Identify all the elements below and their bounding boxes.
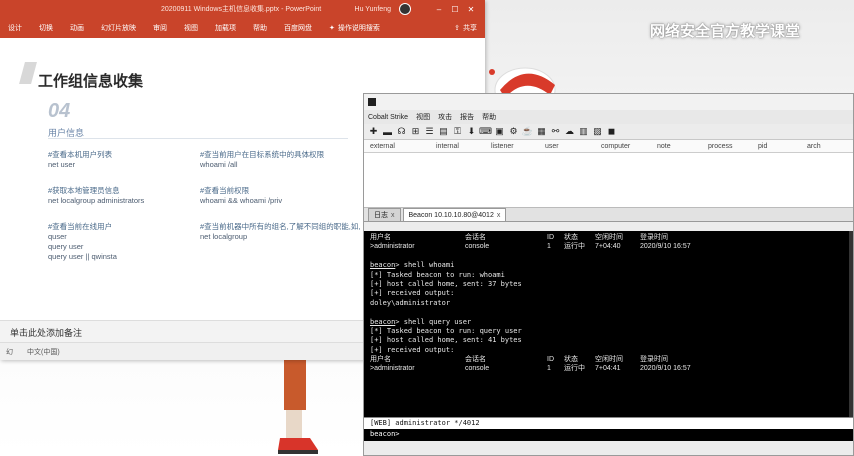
screenshots-icon[interactable]: ▣ xyxy=(494,126,505,137)
cmd-block-online-users: #查看当前在线用户 quser query user query user ||… xyxy=(48,222,117,261)
beacon-status-line: [WEB] administrator */4012 xyxy=(364,417,853,429)
cs-menubar: Cobalt Strike 视图 攻击 报告 帮助 xyxy=(364,110,853,124)
menu-reporting[interactable]: 报告 xyxy=(460,112,474,122)
keystrokes-icon[interactable]: ⌨ xyxy=(479,126,492,137)
lightbulb-icon: ✦ xyxy=(329,25,335,32)
console-output-line: [+] host called home, sent: 37 bytes xyxy=(370,279,522,288)
targets-icon[interactable]: ▤ xyxy=(438,126,449,137)
menu-attacks[interactable]: 攻击 xyxy=(438,112,452,122)
beacon-command-input[interactable]: beacon> xyxy=(364,429,853,441)
disconnect-icon[interactable]: ▬ xyxy=(382,126,393,137)
tab-addins[interactable]: 加载项 xyxy=(215,23,236,33)
cmd-block-localgroup: #查当前机器中所有的组名,了解不同组的职能,如, net localgroup xyxy=(200,222,361,241)
query-table-header: 用户名 会话名 ID 状态 空闲时间 登录时间 xyxy=(370,234,668,241)
graph-view-icon[interactable]: ⊞ xyxy=(410,126,421,137)
tab-baidu-netdisk[interactable]: 百度网盘 xyxy=(284,23,312,33)
col-external[interactable]: external xyxy=(364,143,430,150)
maximize-icon[interactable]: ☐ xyxy=(447,5,463,14)
credentials-icon[interactable]: ⚿ xyxy=(452,126,463,137)
tab-beacon[interactable]: Beacon 10.10.10.80@4012 x xyxy=(402,208,507,221)
slide-indicator: 幻 xyxy=(6,348,13,356)
cs-tab-bar: 日志 x Beacon 10.10.10.80@4012 x xyxy=(364,208,853,222)
script-icon[interactable]: ▦ xyxy=(536,126,547,137)
listeners-icon[interactable]: ☊ xyxy=(396,126,407,137)
notes-icon[interactable]: ☁ xyxy=(564,126,575,137)
close-icon[interactable]: x xyxy=(391,212,395,219)
col-arch[interactable]: arch xyxy=(801,143,847,150)
menu-cobalt-strike[interactable]: Cobalt Strike xyxy=(368,114,408,121)
query-table-row: >administrator console 1 运行中 7+04:41 2020/9/1… xyxy=(370,365,691,373)
web-drive-by-icon[interactable]: ☕ xyxy=(522,126,533,137)
tab-transitions[interactable]: 切换 xyxy=(39,23,53,33)
console-output-line: [*] Tasked beacon to run: query user xyxy=(370,326,522,335)
share-button[interactable]: ⇪ 共享 xyxy=(454,23,477,33)
ppt-ribbon-tabs: 设计 切换 动画 幻灯片放映 审阅 视图 加载项 帮助 百度网盘 ✦ 操作说明搜… xyxy=(0,18,485,38)
cmd-block-whoami-priv: #查看当前权限 whoami && whoami /priv xyxy=(200,186,283,205)
payload-icon[interactable]: ⚙ xyxy=(508,126,519,137)
col-process[interactable]: process xyxy=(702,143,752,150)
col-pid[interactable]: pid xyxy=(752,143,801,150)
section-number: 04 xyxy=(48,100,71,122)
console-command: beacon> shell whoami xyxy=(370,261,455,270)
watermark-text: 网络安全官方教学课堂 xyxy=(650,23,801,40)
console-command: beacon> shell query user xyxy=(370,317,472,326)
cs-toolbar: ✚ ▬ ☊ ⊞ ☰ ▤ ⚿ ⬇ ⌨ ▣ ⚙ ☕ ▦ ⚯ ☁ ▥ ▨ ◼ xyxy=(364,124,853,140)
tab-slideshow[interactable]: 幻灯片放映 xyxy=(101,23,136,33)
console-output-line: doley\administrator xyxy=(370,298,451,307)
slide-title: 工作组信息收集 xyxy=(38,73,144,90)
col-listener[interactable]: listener xyxy=(485,143,539,150)
close-icon[interactable]: ✕ xyxy=(463,5,479,14)
menu-help[interactable]: 帮助 xyxy=(482,112,496,122)
divider xyxy=(48,138,348,139)
close-icon[interactable]: x xyxy=(497,212,501,219)
col-computer[interactable]: computer xyxy=(595,143,651,150)
tab-design[interactable]: 设计 xyxy=(8,23,22,33)
minimize-icon[interactable]: – xyxy=(431,5,447,14)
sessions-table-header: external internal listener user computer… xyxy=(364,140,853,153)
ppt-titlebar: 20200911 Windows主机信息收集.pptx - PowerPoint… xyxy=(0,0,485,18)
app-icon xyxy=(368,98,376,106)
new-connection-icon[interactable]: ✚ xyxy=(368,126,379,137)
query-table-header: 用户名 会话名 ID 状态 空闲时间 登录时间 xyxy=(370,356,668,364)
col-user[interactable]: user xyxy=(539,143,595,150)
package-icon[interactable]: ◼ xyxy=(606,126,617,137)
tab-review[interactable]: 审阅 xyxy=(153,23,167,33)
console-scrollbar[interactable] xyxy=(849,231,853,417)
tab-help[interactable]: 帮助 xyxy=(253,23,267,33)
console-output-line: [*] Tasked beacon to run: whoami xyxy=(370,270,505,279)
sessions-table-body[interactable] xyxy=(364,153,853,208)
share-icon: ⇪ xyxy=(454,25,460,32)
console-output-line: [+] host called home, sent: 41 bytes xyxy=(370,336,522,345)
table-view-icon[interactable]: ☰ xyxy=(424,126,435,137)
language-indicator: 中文(中国) xyxy=(27,348,60,356)
query-table-row: >administrator console 1 运行中 7+04:40 2020/9/1… xyxy=(370,243,691,251)
cmd-block-whoami-all: #查当前用户在目标系统中的具体权限 whoami /all xyxy=(200,150,325,169)
support-icon[interactable]: ▨ xyxy=(592,126,603,137)
downloads-icon[interactable]: ⬇ xyxy=(466,126,477,137)
tab-view[interactable]: 视图 xyxy=(184,23,198,33)
cmd-block-net-user: #查看本机用户列表 net user xyxy=(48,150,113,169)
col-note[interactable]: note xyxy=(651,143,702,150)
console-output-line: [+] received output: xyxy=(370,345,455,354)
tell-me-search[interactable]: ✦ 操作说明搜索 xyxy=(329,23,380,33)
tab-animations[interactable]: 动画 xyxy=(70,23,84,33)
docs-icon[interactable]: ▥ xyxy=(578,126,589,137)
ppt-filename: 20200911 Windows主机信息收集.pptx - PowerPoint xyxy=(161,6,322,13)
cmd-block-admins: #获取本地管理员信息 net localgroup administrators xyxy=(48,186,145,205)
console-output-line: [+] received output: xyxy=(370,289,455,298)
cs-titlebar xyxy=(364,94,853,110)
avatar[interactable] xyxy=(399,3,411,15)
wallpaper-figure-graphic xyxy=(278,350,318,454)
ppt-user-name: Hu Yunfeng xyxy=(354,5,391,13)
menu-view[interactable]: 视图 xyxy=(416,112,430,122)
title-accent-shape xyxy=(19,62,37,84)
beacon-console[interactable]: 用户名 会话名 ID 状态 空闲时间 登录时间 >administrator console… xyxy=(364,231,853,417)
cobalt-strike-window: Cobalt Strike 视图 攻击 报告 帮助 ✚ ▬ ☊ ⊞ ☰ ▤ ⚿ … xyxy=(363,93,854,456)
link-icon[interactable]: ⚯ xyxy=(550,126,561,137)
tab-event-log[interactable]: 日志 x xyxy=(368,208,401,221)
col-internal[interactable]: internal xyxy=(430,143,485,150)
